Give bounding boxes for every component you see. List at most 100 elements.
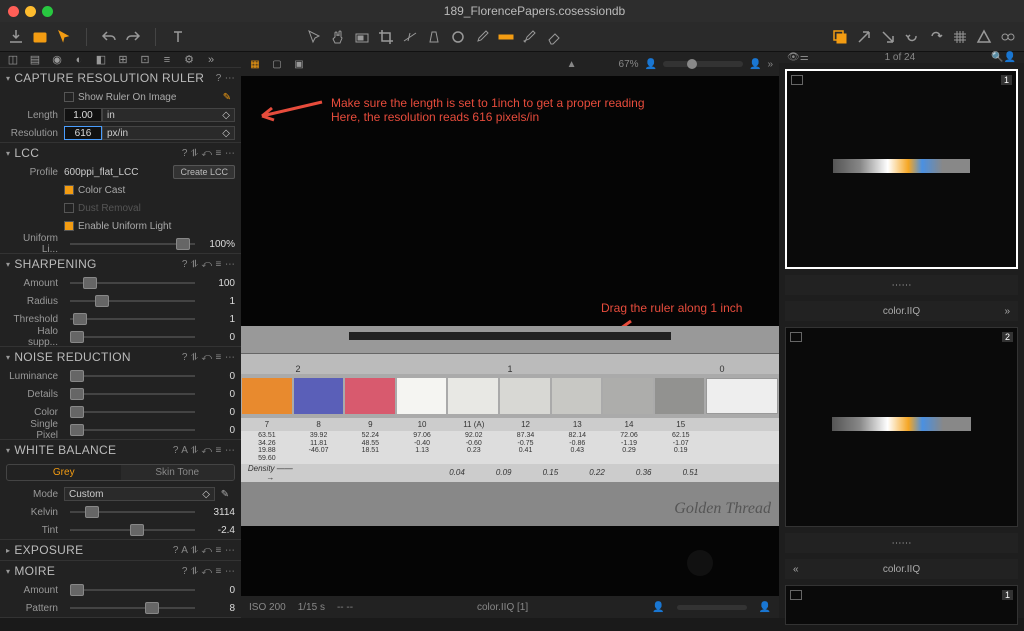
thumbnail-3[interactable]: 1 (785, 585, 1018, 625)
annotation-text-1: Make sure the length is set to 1inch to … (331, 96, 645, 124)
ruler-tool-icon[interactable] (498, 29, 514, 45)
undo-icon[interactable] (101, 29, 117, 45)
resolution-unit-select[interactable]: px/in◇ (102, 126, 235, 140)
amount-slider[interactable] (70, 282, 195, 284)
tab-grey[interactable]: Grey (7, 465, 121, 480)
color-tab-icon[interactable]: ◐ (72, 53, 86, 67)
panel-controls[interactable]: ? ⥮ ⤺ ≡ ⋯ (182, 352, 235, 363)
uniform-slider[interactable] (70, 243, 195, 245)
search-icon[interactable]: 🔍 (991, 52, 1003, 63)
tab-skin[interactable]: Skin Tone (121, 465, 235, 480)
hand-icon[interactable] (330, 29, 346, 45)
warning-triangle-icon[interactable]: ▲ (567, 59, 577, 70)
pointer-icon[interactable] (306, 29, 322, 45)
panel-controls[interactable]: ? A ⥮ ⤺ ≡ ⋯ (173, 545, 235, 556)
moire-amount-slider[interactable] (70, 589, 195, 591)
wb-picker-icon[interactable]: ✎ (215, 489, 235, 500)
luminance-slider[interactable] (70, 375, 195, 377)
maximize-window-button[interactable] (42, 6, 53, 17)
zoom-slider[interactable] (663, 61, 743, 67)
eraser-icon[interactable] (546, 29, 562, 45)
grid-icon[interactable] (952, 29, 968, 45)
spot-icon[interactable] (450, 29, 466, 45)
close-window-button[interactable] (8, 6, 19, 17)
thumbnail-2[interactable]: 2 (785, 327, 1018, 527)
rotate-right-icon[interactable] (928, 29, 944, 45)
metadata-tab-icon[interactable]: ≡ (160, 53, 174, 67)
lens-tab-icon[interactable]: ◉ (50, 53, 64, 67)
uniform-checkbox[interactable] (64, 221, 74, 231)
eyedropper-icon[interactable] (474, 29, 490, 45)
chevron-icon[interactable]: » (767, 59, 773, 70)
next-arrow-icon[interactable]: » (1004, 306, 1010, 317)
singlepixel-slider[interactable] (70, 429, 195, 431)
panel-controls[interactable]: ? ⥮ ⤺ ≡ ⋯ (182, 259, 235, 270)
minimize-window-button[interactable] (25, 6, 36, 17)
kelvin-value: 3114 (201, 507, 235, 518)
details-tab-icon[interactable]: ⊞ (116, 53, 130, 67)
redo-icon[interactable] (125, 29, 141, 45)
halo-slider[interactable] (70, 336, 195, 338)
eye-icon[interactable]: 👁 (787, 52, 800, 63)
prev-arrow-icon[interactable]: « (793, 564, 799, 575)
panel-controls[interactable]: ? ⋯ (216, 73, 235, 84)
status-person-icon[interactable]: 👤 (652, 602, 664, 613)
apply-down-icon[interactable] (880, 29, 896, 45)
view-multi-icon[interactable]: ▣ (291, 56, 307, 72)
capture-tab-icon[interactable]: ▤ (28, 53, 42, 67)
import-icon[interactable] (8, 29, 24, 45)
apply-up-icon[interactable] (856, 29, 872, 45)
moire-pattern-slider[interactable] (70, 607, 195, 609)
focus-mask-icon[interactable] (1000, 29, 1016, 45)
more-tab-icon[interactable]: » (204, 53, 218, 67)
center-viewer: ▦ ▢ ▣ ▲ 67% 👤 👤 » Make sure the length i… (241, 52, 779, 618)
length-input[interactable] (64, 108, 102, 122)
tint-slider[interactable] (70, 529, 195, 531)
radius-slider[interactable] (70, 300, 195, 302)
image-viewport[interactable]: Make sure the length is set to 1inch to … (241, 76, 779, 596)
sliders-icon[interactable]: ⚌ (800, 52, 809, 63)
warning-icon[interactable] (976, 29, 992, 45)
details-slider[interactable] (70, 393, 195, 395)
threshold-slider[interactable] (70, 318, 195, 320)
output-tab-icon[interactable]: ⚙ (182, 53, 196, 67)
thumbnail-1-filename: color.IIQ» (785, 301, 1018, 321)
ruler-pencil-icon[interactable]: ✎ (219, 89, 235, 105)
panel-title[interactable]: EXPOSURE (14, 543, 173, 557)
copy-adjustments-icon[interactable] (832, 29, 848, 45)
view-single-icon[interactable]: ▢ (269, 56, 285, 72)
panel-controls[interactable]: ? ⥮ ⤺ ≡ ⋯ (182, 148, 235, 159)
kelvin-slider[interactable] (70, 511, 195, 513)
status-zoom-slider[interactable] (677, 605, 747, 610)
person-icon-2[interactable]: 👤 (749, 59, 761, 70)
mask-icon[interactable] (354, 29, 370, 45)
exposure-tab-icon[interactable]: ◧ (94, 53, 108, 67)
adjustments-tab-icon[interactable]: ⊡ (138, 53, 152, 67)
create-lcc-button[interactable]: Create LCC (173, 165, 235, 179)
person-icon[interactable]: 👤 (645, 59, 657, 70)
text-tool-icon[interactable] (170, 29, 186, 45)
straighten-icon[interactable] (402, 29, 418, 45)
library-tab-icon[interactable]: ◫ (6, 53, 20, 67)
panel-controls[interactable]: ? ⥮ ⤺ ≡ ⋯ (182, 566, 235, 577)
crop-icon[interactable] (378, 29, 394, 45)
color-slider[interactable] (70, 411, 195, 413)
panel-controls[interactable]: ? A ⥮ ⤺ ≡ ⋯ (173, 445, 235, 456)
cursor-tool-icon[interactable] (56, 29, 72, 45)
brush-icon[interactable] (522, 29, 538, 45)
colorcast-checkbox[interactable] (64, 185, 74, 195)
capture-icon[interactable] (32, 29, 48, 45)
thumbnail-1[interactable]: 1 (785, 69, 1018, 269)
view-grid-icon[interactable]: ▦ (247, 56, 263, 72)
rotate-left-icon[interactable] (904, 29, 920, 45)
panel-title: NOISE REDUCTION (14, 350, 182, 364)
show-ruler-checkbox[interactable] (64, 92, 74, 102)
resolution-input[interactable] (64, 126, 102, 140)
mode-select[interactable]: Custom◇ (64, 487, 215, 501)
black-circle (687, 550, 713, 576)
person-browser-icon[interactable]: 👤 (1004, 52, 1016, 63)
length-unit-select[interactable]: in◇ (102, 108, 235, 122)
patch-numbers-row: 7891011 (A)12131415 (241, 418, 779, 431)
keystone-icon[interactable] (426, 29, 442, 45)
status-person-icon-2[interactable]: 👤 (759, 602, 771, 613)
